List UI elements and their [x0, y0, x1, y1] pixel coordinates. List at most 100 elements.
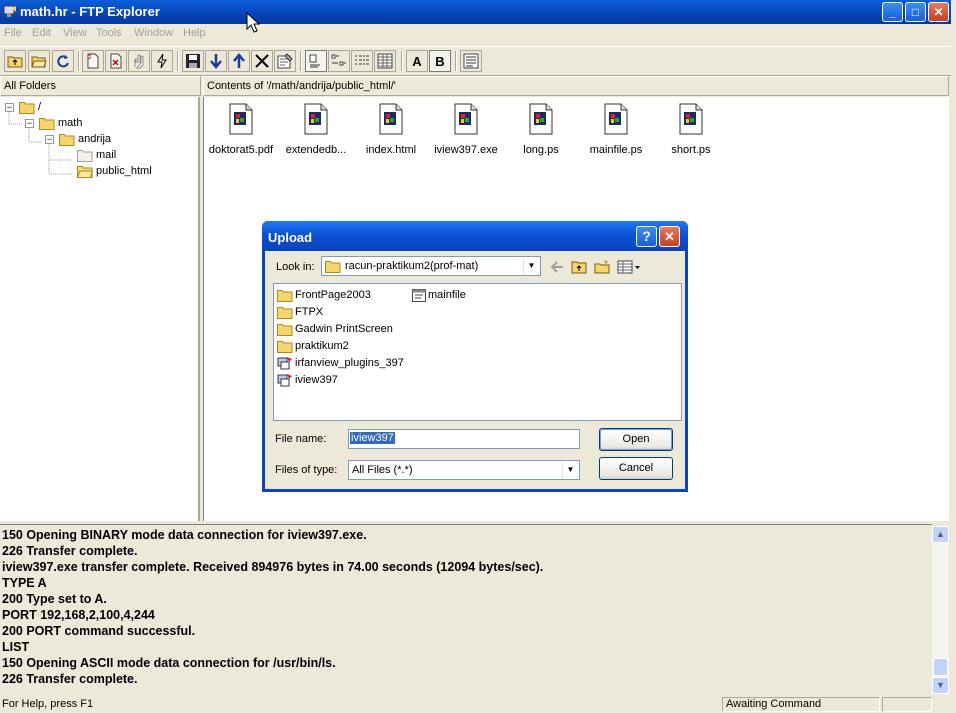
- maximize-button[interactable]: □: [905, 2, 926, 22]
- binary-mode-button[interactable]: B: [429, 50, 451, 72]
- list-item[interactable]: FrontPage2003: [277, 287, 371, 303]
- minimize-button[interactable]: _: [882, 2, 903, 22]
- exe-icon: [277, 374, 292, 387]
- toolbar: A B: [0, 46, 951, 76]
- chevron-down-icon[interactable]: ▼: [523, 258, 539, 274]
- download-arrow-icon[interactable]: [205, 50, 227, 72]
- open-folder-icon[interactable]: [28, 50, 50, 72]
- dialog-help-button[interactable]: ?: [636, 226, 657, 247]
- up-folder-icon[interactable]: [4, 50, 26, 72]
- file-item[interactable]: extendedb...: [279, 103, 353, 156]
- list-item[interactable]: Gadwin PrintScreen: [277, 321, 393, 337]
- mouse-cursor-icon: [246, 12, 260, 33]
- document-icon: [604, 103, 628, 135]
- document-icon: [454, 103, 478, 135]
- ascii-mode-button[interactable]: A: [406, 50, 428, 72]
- file-item[interactable]: doktorat5.pdf: [204, 103, 278, 156]
- log-line: PORT 192,168,2,100,4,244: [2, 608, 155, 622]
- log-scrollbar[interactable]: ▲ ▼: [932, 526, 949, 694]
- menu-help[interactable]: Help: [183, 27, 206, 39]
- list-item[interactable]: praktikum2: [277, 338, 349, 354]
- menu-edit[interactable]: Edit: [32, 27, 51, 39]
- scroll-thumb[interactable]: [933, 658, 948, 676]
- file-item[interactable]: short.ps: [654, 103, 728, 156]
- open-folder-icon: [77, 165, 93, 178]
- files-of-type-label: Files of type:: [275, 464, 338, 476]
- view-menu-icon[interactable]: [616, 258, 642, 276]
- expander-math[interactable]: −: [25, 119, 34, 128]
- open-button[interactable]: Open: [599, 428, 673, 451]
- delete-file-icon[interactable]: [105, 50, 127, 72]
- upload-arrow-icon[interactable]: [228, 50, 250, 72]
- file-name: long.ps: [523, 144, 559, 156]
- document-icon: [529, 103, 553, 135]
- details-view-icon[interactable]: [374, 50, 396, 72]
- tree-label: math: [58, 117, 83, 129]
- folder-icon: [19, 101, 35, 114]
- file-item[interactable]: index.html: [354, 103, 428, 156]
- menu-window[interactable]: Window: [134, 27, 173, 39]
- new-folder-icon[interactable]: [592, 258, 612, 276]
- dialog-close-button[interactable]: ✕: [659, 226, 680, 247]
- tree-label: mail: [96, 149, 117, 161]
- tree-item-public-html[interactable]: public_html: [77, 163, 152, 179]
- title-bar[interactable]: math.hr - FTP Explorer _ □ ✕: [0, 0, 951, 24]
- large-icons-view-icon[interactable]: [305, 50, 327, 72]
- tree-item-root[interactable]: /: [19, 99, 41, 115]
- menu-view[interactable]: View: [63, 27, 87, 39]
- list-item[interactable]: iview397: [277, 372, 338, 388]
- folder-icon: [277, 323, 293, 336]
- log-line: iview397.exe transfer complete. Received…: [2, 560, 544, 574]
- dialog-title-bar[interactable]: Upload ? ✕: [262, 221, 688, 251]
- up-folder-icon[interactable]: [569, 258, 589, 276]
- document-icon: [679, 103, 703, 135]
- tree-item-math[interactable]: math: [39, 115, 82, 131]
- folder-icon: [277, 340, 293, 353]
- folders-header: All Folders: [0, 76, 201, 96]
- app-icon: [3, 5, 16, 17]
- document-icon: [379, 103, 403, 135]
- dialog-file-list[interactable]: FrontPage2003 FTPX Gadwin PrintScreen pr…: [273, 283, 682, 421]
- small-icons-view-icon[interactable]: [328, 50, 350, 72]
- log-line: 226 Transfer complete.: [2, 544, 138, 558]
- expander-andrija[interactable]: −: [45, 135, 54, 144]
- save-icon[interactable]: [182, 50, 204, 72]
- file-name: index.html: [365, 144, 417, 156]
- list-item[interactable]: irfanview_plugins_397: [277, 355, 404, 371]
- tree-label: public_html: [96, 165, 152, 177]
- files-of-type-select[interactable]: All Files (*.*) ▼: [348, 460, 580, 480]
- menu-file[interactable]: File: [4, 27, 22, 39]
- upload-dialog: Upload ? ✕ Look in: racun-praktikum2(pro…: [262, 221, 688, 492]
- menu-tools[interactable]: Tools: [96, 27, 122, 39]
- list-view-icon[interactable]: [351, 50, 373, 72]
- scroll-up-icon[interactable]: ▲: [932, 526, 949, 543]
- connect-icon[interactable]: [151, 50, 173, 72]
- back-arrow-icon[interactable]: [547, 258, 567, 276]
- new-file-icon[interactable]: [82, 50, 104, 72]
- file-item[interactable]: mainfile.ps: [579, 103, 653, 156]
- delete-icon[interactable]: [251, 50, 273, 72]
- hand-icon[interactable]: [128, 50, 150, 72]
- close-button[interactable]: ✕: [928, 2, 949, 22]
- refresh-icon[interactable]: [52, 50, 74, 72]
- list-item[interactable]: mainfile: [412, 287, 466, 303]
- properties-icon[interactable]: [274, 50, 296, 72]
- files-of-type-value: All Files (*.*): [352, 464, 413, 476]
- scroll-down-icon[interactable]: ▼: [932, 677, 949, 694]
- list-item[interactable]: FTPX: [277, 304, 323, 320]
- file-item[interactable]: long.ps: [504, 103, 578, 156]
- ftp-explorer-window: math.hr - FTP Explorer _ □ ✕ File Edit V…: [0, 0, 951, 713]
- look-in-select[interactable]: racun-praktikum2(prof-mat) ▼: [321, 256, 541, 276]
- log-line: TYPE A: [2, 576, 47, 590]
- file-item[interactable]: iview397.exe: [429, 103, 503, 156]
- folder-tree: − / − math − andrija mail public_html: [0, 97, 200, 521]
- tree-item-mail[interactable]: mail: [77, 147, 116, 163]
- tree-item-andrija[interactable]: andrija: [59, 131, 111, 147]
- cancel-button[interactable]: Cancel: [599, 457, 673, 480]
- expander-root[interactable]: −: [5, 103, 14, 112]
- chevron-down-icon[interactable]: ▼: [562, 462, 578, 478]
- log-line: 150 Opening BINARY mode data connection …: [2, 528, 367, 542]
- file-name-field[interactable]: iview397: [348, 429, 580, 449]
- log-window-icon[interactable]: [460, 50, 482, 72]
- session-log: 150 Opening BINARY mode data connection …: [0, 524, 932, 696]
